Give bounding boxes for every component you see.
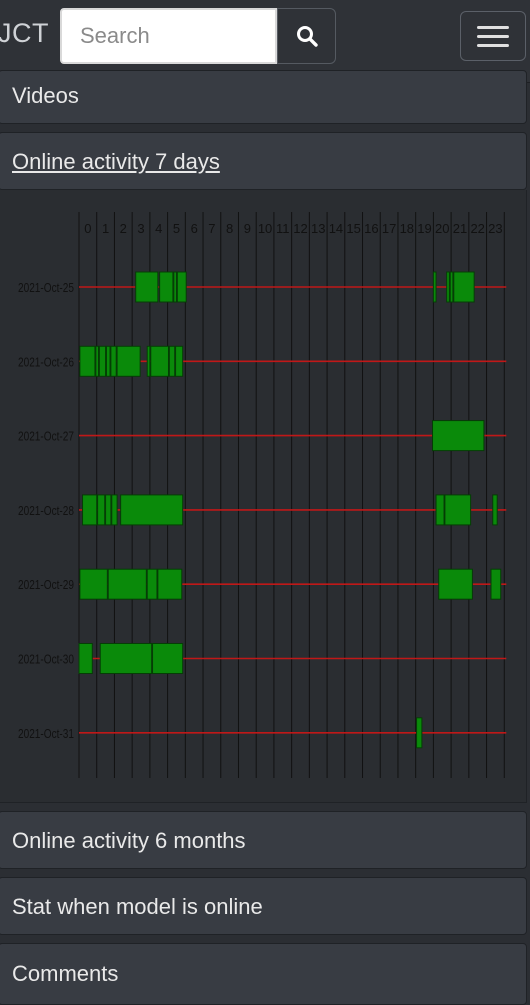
hour-label-3: 3	[137, 221, 144, 236]
session-bar	[99, 643, 153, 674]
hour-label-10: 10	[258, 221, 272, 236]
search-button[interactable]	[277, 8, 336, 64]
session-bar	[146, 568, 158, 600]
session-bar	[152, 643, 184, 674]
day-label: 2021-Oct-29	[18, 577, 74, 592]
session-bar	[105, 494, 112, 526]
hour-label-12: 12	[293, 221, 307, 236]
day-label: 2021-Oct-30	[18, 652, 74, 667]
session-bar	[432, 271, 437, 303]
session-bar	[173, 271, 177, 303]
session-bar	[446, 271, 450, 303]
session-bar	[79, 345, 96, 377]
hour-label-0: 0	[84, 221, 91, 236]
hour-label-17: 17	[382, 221, 396, 236]
session-bar	[111, 494, 118, 526]
session-bar	[97, 494, 106, 526]
site-brand[interactable]: JCT	[0, 18, 49, 49]
hamburger-menu-icon	[477, 25, 509, 29]
session-bar	[146, 345, 151, 377]
hour-label-13: 13	[311, 221, 325, 236]
session-bar	[110, 345, 117, 377]
stat-online-title[interactable]: Stat when model is online	[12, 894, 263, 920]
session-bar	[449, 271, 454, 303]
hour-label-21: 21	[453, 221, 467, 236]
hour-label-22: 22	[470, 221, 484, 236]
search-input[interactable]	[60, 8, 277, 64]
session-bar	[157, 568, 183, 600]
activity-7days-title[interactable]: Online activity 7 days	[12, 149, 220, 175]
hour-label-19: 19	[417, 221, 431, 236]
session-bar	[176, 271, 187, 303]
day-label: 2021-Oct-27	[18, 429, 74, 444]
hour-label-2: 2	[120, 221, 127, 236]
session-bar	[135, 271, 159, 303]
hour-label-16: 16	[364, 221, 378, 236]
session-bar	[416, 717, 423, 749]
session-bar	[95, 345, 99, 377]
hour-label-7: 7	[208, 221, 215, 236]
hour-label-1: 1	[102, 221, 109, 236]
stat-online-panel[interactable]: Stat when model is online	[0, 877, 527, 935]
session-bar	[453, 271, 475, 303]
hour-label-4: 4	[155, 221, 162, 236]
hour-label-18: 18	[400, 221, 414, 236]
session-bar	[98, 345, 107, 377]
session-bar	[78, 643, 93, 674]
comments-title[interactable]: Comments	[12, 961, 118, 987]
comments-panel[interactable]: Comments	[0, 943, 527, 1005]
hour-label-8: 8	[226, 221, 233, 236]
hour-label-20: 20	[435, 221, 449, 236]
activity-7days-panel[interactable]: Online activity 7 days	[0, 132, 527, 190]
videos-panel[interactable]: Videos	[0, 70, 527, 124]
session-bar	[492, 494, 498, 526]
day-label: 2021-Oct-26	[18, 354, 74, 369]
session-bar	[150, 345, 169, 377]
session-bar	[432, 420, 485, 452]
session-bar	[82, 494, 98, 526]
activity-chart-panel: 0 1 2 3 4 5 6 7 8 9 10 11 12 13 14 15 16 17 18 19 20 21 22 23 20…	[0, 190, 527, 803]
session-bar	[175, 345, 184, 377]
session-bar	[168, 345, 176, 377]
session-bar	[435, 494, 445, 526]
hour-label-14: 14	[329, 221, 343, 236]
hour-label-9: 9	[244, 221, 251, 236]
session-bar	[159, 271, 174, 303]
session-bar	[444, 494, 472, 526]
hour-label-15: 15	[346, 221, 360, 236]
hour-label-5: 5	[173, 221, 180, 236]
day-label: 2021-Oct-25	[18, 280, 74, 295]
activity-6months-panel[interactable]: Online activity 6 months	[0, 811, 527, 869]
session-bar	[116, 345, 141, 377]
hour-label-23: 23	[488, 221, 502, 236]
day-label: 2021-Oct-31	[18, 726, 74, 741]
search-icon	[296, 26, 318, 47]
session-bar	[438, 568, 473, 600]
hour-label-6: 6	[191, 221, 198, 236]
hour-label-11: 11	[276, 221, 290, 236]
activity-chart: 0 1 2 3 4 5 6 7 8 9 10 11 12 13 14 15 16 17 18 19 20 21 22 2320…	[18, 212, 507, 778]
session-bar	[107, 568, 147, 600]
session-bar	[105, 345, 111, 377]
session-bar	[120, 494, 184, 526]
videos-title[interactable]: Videos	[12, 83, 79, 109]
session-bar	[79, 568, 108, 600]
activity-6months-title[interactable]: Online activity 6 months	[12, 828, 246, 854]
session-bar	[490, 568, 502, 600]
day-label: 2021-Oct-28	[18, 503, 74, 518]
hamburger-menu-button[interactable]	[460, 11, 526, 61]
